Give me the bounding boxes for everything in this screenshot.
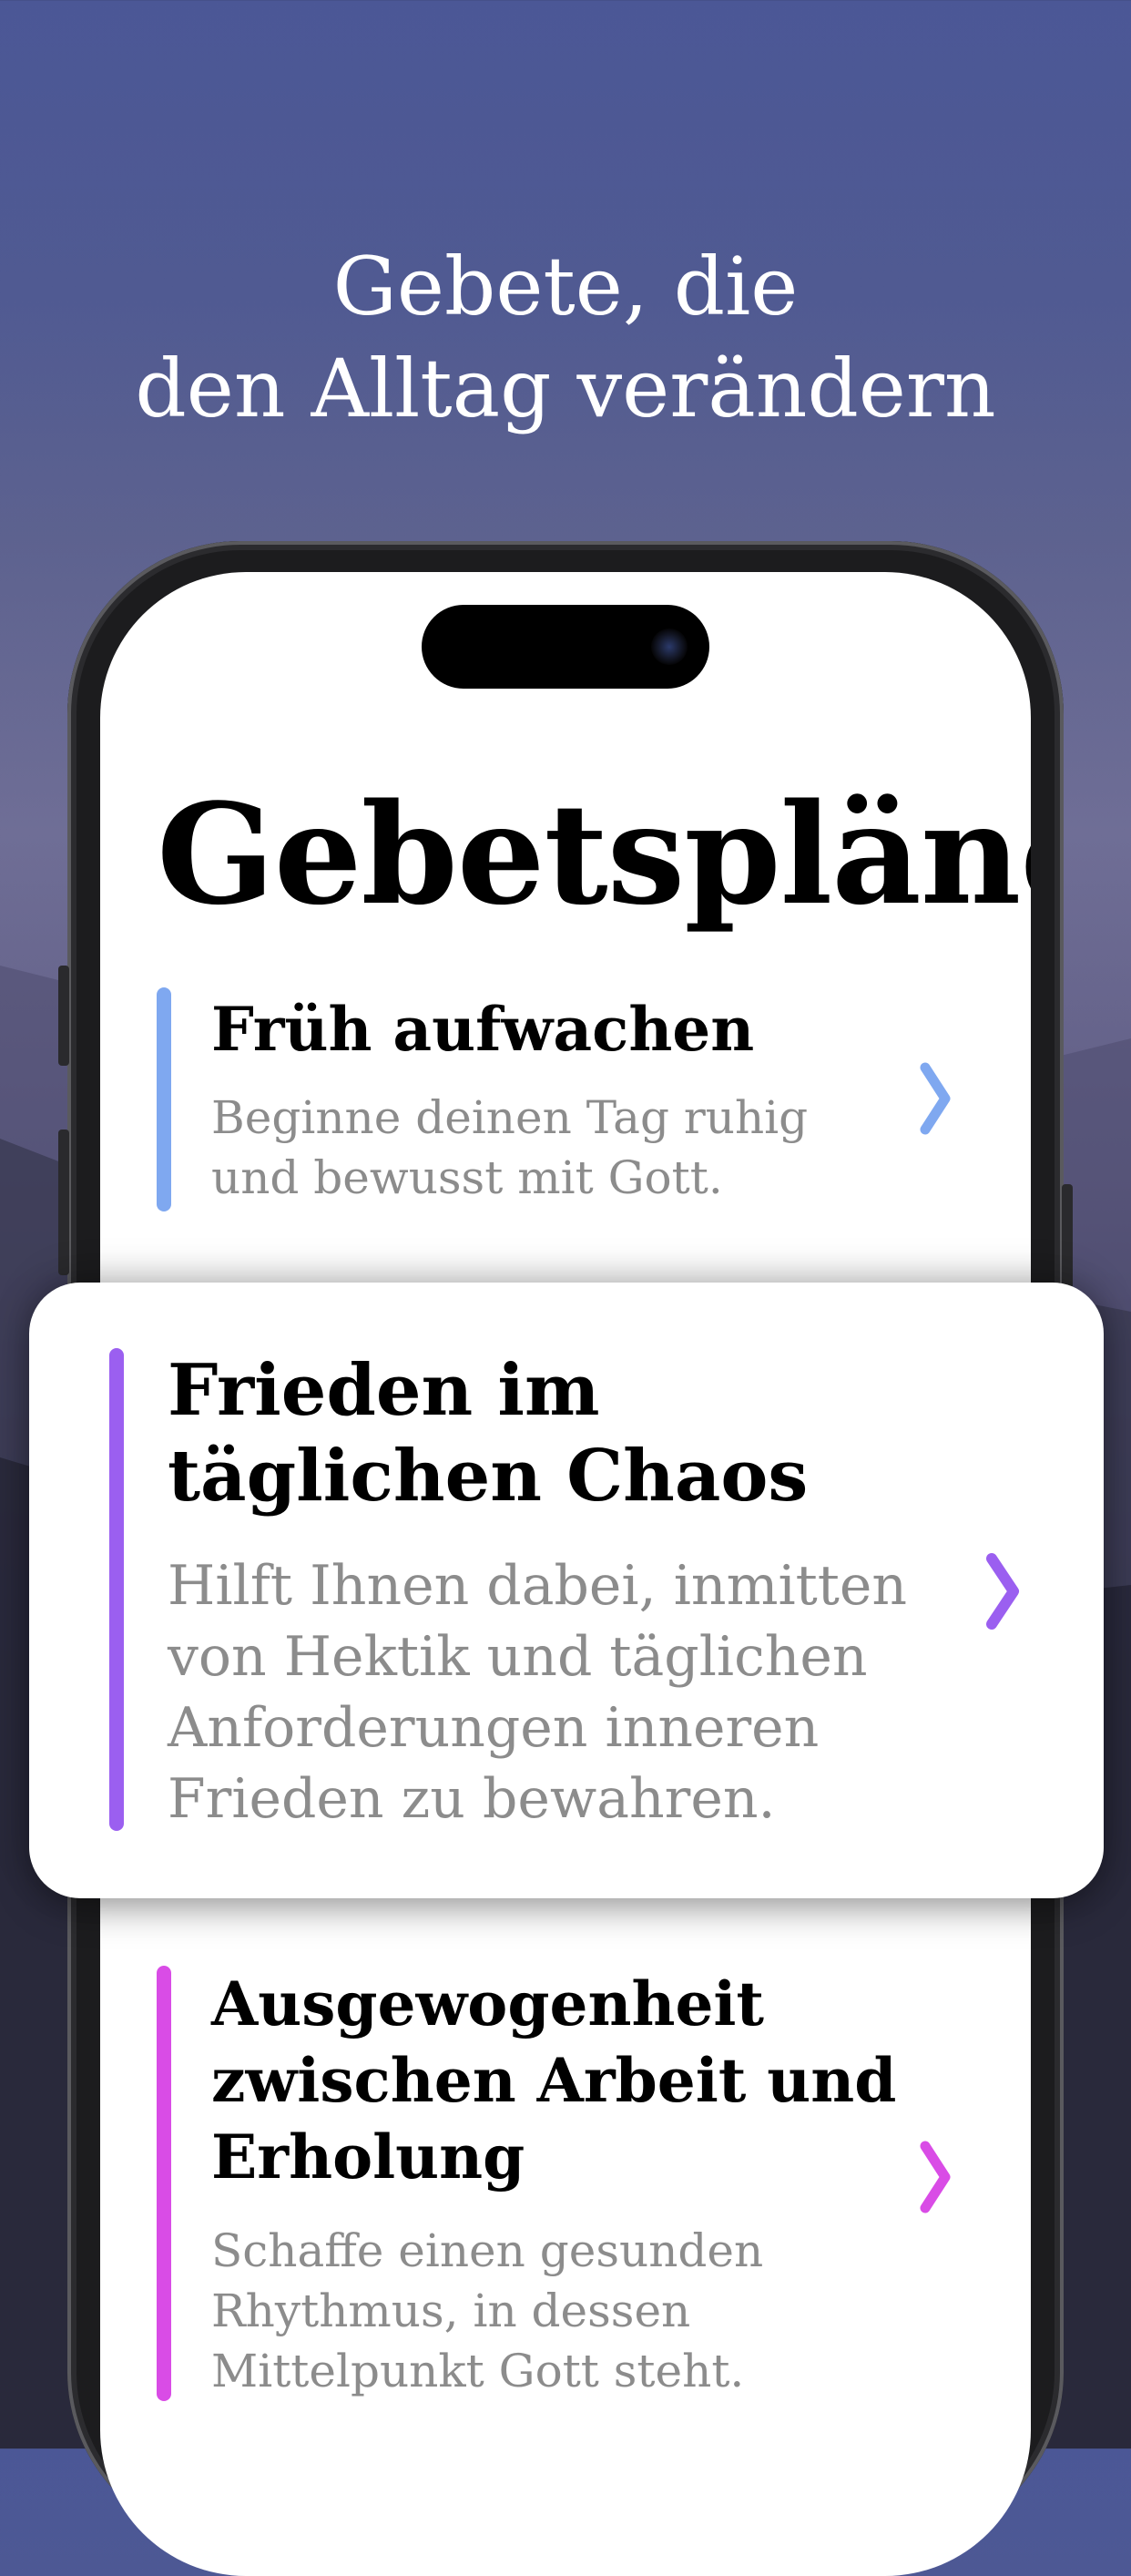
plan-item-frueh-aufwachen[interactable]: Früh aufwachen Beginne deinen Tag ruhig …	[157, 987, 976, 1215]
phone-side-button	[58, 966, 69, 1066]
dynamic-island	[422, 605, 709, 689]
chevron-right-icon[interactable]	[920, 1062, 953, 1135]
chevron-right-icon[interactable]	[920, 2141, 953, 2213]
plan-title: Frieden im täglichen Chaos	[168, 1349, 809, 1518]
plan-title: Früh aufwachen	[211, 994, 755, 1065]
accent-bar	[157, 987, 171, 1211]
page-title: Gebetspläne	[157, 772, 1031, 935]
camera-icon	[651, 629, 688, 665]
highlighted-plan-card[interactable]: Frieden im täglichen Chaos Hilft Ihnen d…	[29, 1283, 1104, 1898]
plan-item-frieden[interactable]: Frieden im täglichen Chaos Hilft Ihnen d…	[109, 1348, 1065, 1840]
accent-bar	[109, 1348, 124, 1831]
plan-description: Schaffe einen gesunden Rhythmus, in dess…	[211, 2224, 764, 2397]
plan-description: Beginne deinen Tag ruhig und bewusst mit…	[211, 1091, 809, 1204]
phone-side-button	[58, 1130, 69, 1275]
headline: Gebete, die den Alltag verändern	[0, 236, 1131, 440]
plan-title: Ausgewogenheit zwischen Arbeit und Erhol…	[211, 1968, 897, 2193]
plan-item-ausgewogenheit[interactable]: Ausgewogenheit zwischen Arbeit und Erhol…	[157, 1966, 976, 2403]
plan-description: Hilft Ihnen dabei, inmitten von Hektik u…	[168, 1554, 908, 1831]
accent-bar	[157, 1966, 171, 2401]
chevron-right-icon[interactable]	[985, 1552, 1022, 1630]
headline-line-1: Gebete, die	[332, 239, 799, 333]
headline-line-2: den Alltag verändern	[135, 341, 996, 435]
